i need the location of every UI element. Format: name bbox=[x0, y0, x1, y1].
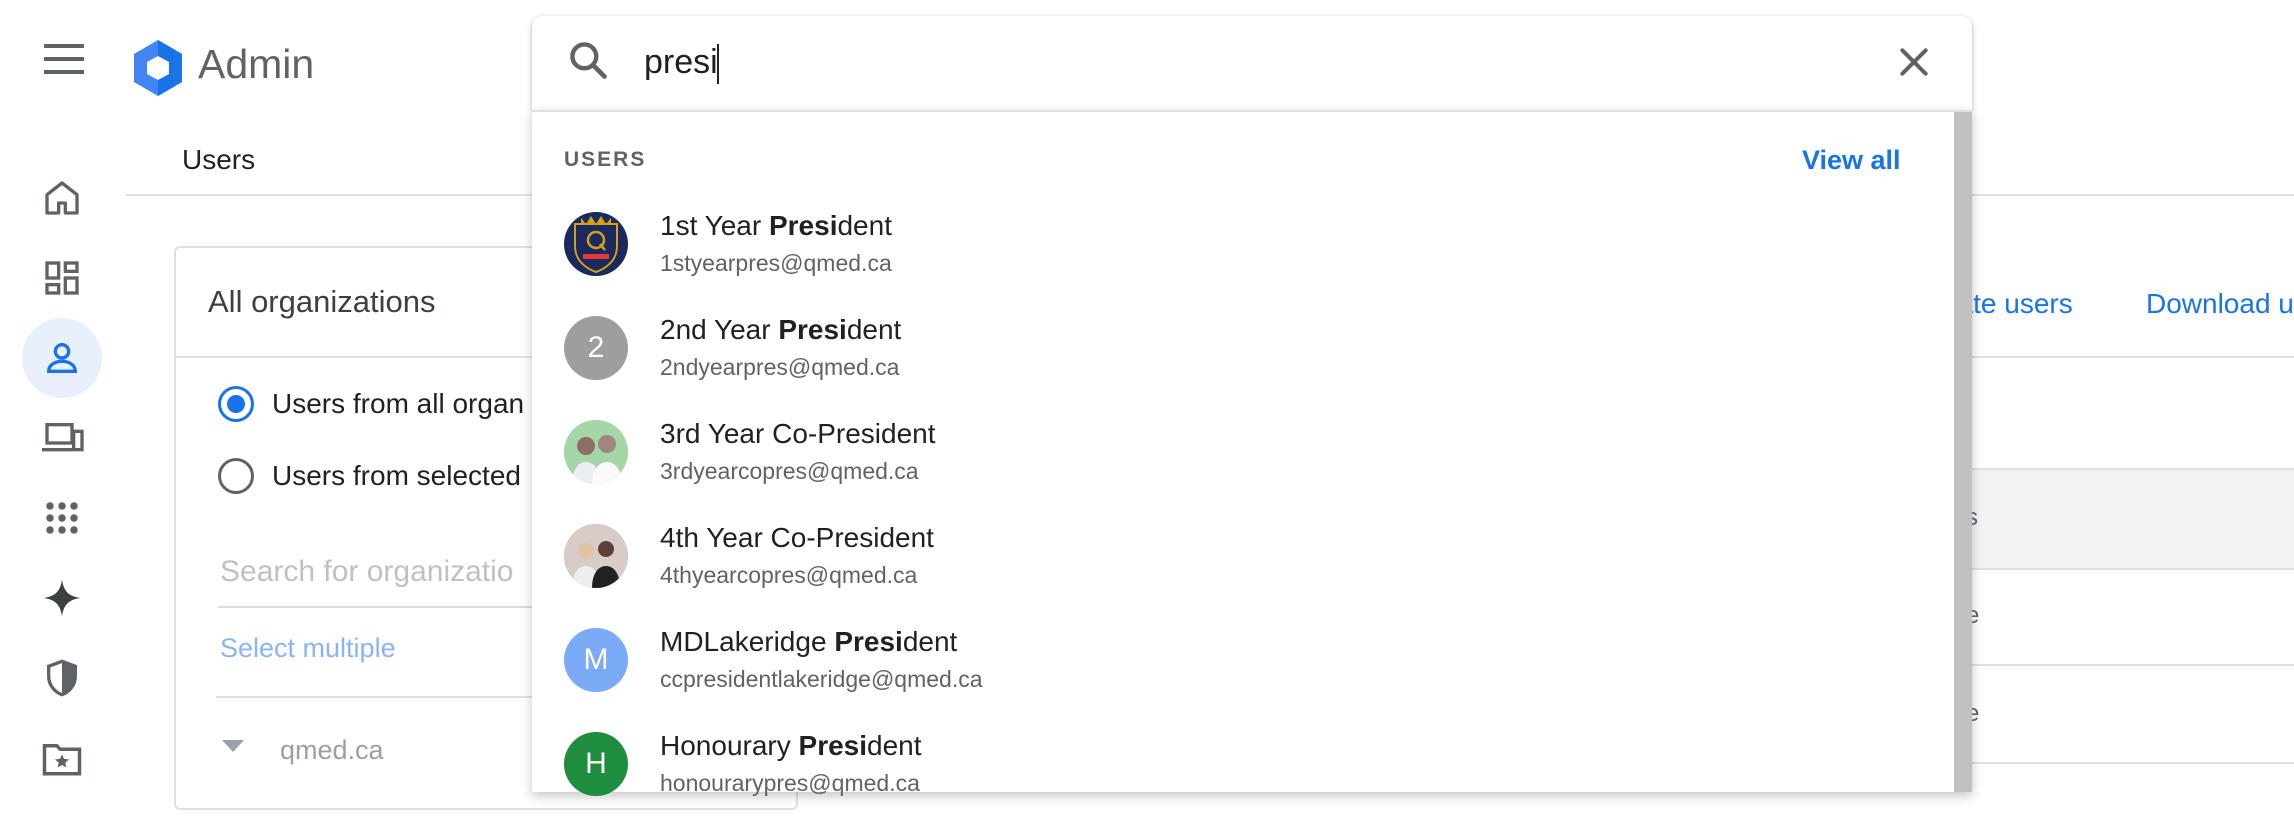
shield-icon[interactable] bbox=[36, 652, 88, 704]
result-email: 1styearpres@qmed.ca bbox=[660, 250, 892, 276]
result-name: 2nd Year President bbox=[660, 314, 902, 345]
avatar-letter: H bbox=[564, 732, 628, 796]
result-name: 1st Year President bbox=[660, 210, 892, 241]
caret-down-icon[interactable] bbox=[222, 740, 244, 754]
text-caret bbox=[717, 44, 719, 84]
app-title[interactable]: Admin bbox=[198, 38, 314, 90]
search-icon[interactable] bbox=[566, 38, 610, 82]
dashboard-icon[interactable] bbox=[36, 252, 88, 304]
search-result-item[interactable]: 1st Year President 1styearpres@qmed.ca bbox=[564, 208, 1924, 298]
result-name: Honourary President bbox=[660, 730, 922, 761]
search-result-item[interactable]: 4th Year Co-President 4thyearcopres@qmed… bbox=[564, 520, 1924, 610]
apps-icon[interactable] bbox=[36, 492, 88, 544]
avatar-photo bbox=[564, 420, 628, 484]
sparkle-icon[interactable] bbox=[36, 572, 88, 624]
main-menu-icon[interactable] bbox=[44, 44, 96, 86]
search-result-item[interactable]: 3rd Year Co-President 3rdyearcopres@qmed… bbox=[564, 416, 1924, 506]
table-row-divider bbox=[1960, 664, 2294, 666]
avatar-photo bbox=[564, 524, 628, 588]
search-input[interactable] bbox=[644, 36, 1844, 88]
admin-logo-icon[interactable] bbox=[128, 38, 188, 98]
result-name: 4th Year Co-President bbox=[660, 522, 934, 553]
result-email: ccpresidentlakeridge@qmed.ca bbox=[660, 666, 983, 692]
dropdown-scrollbar[interactable] bbox=[1954, 112, 1972, 792]
avatar-letter: 2 bbox=[564, 316, 628, 380]
devices-icon[interactable] bbox=[36, 412, 88, 464]
search-result-item[interactable]: 2 2nd Year President 2ndyearpres@qmed.ca bbox=[564, 312, 1924, 402]
search-result-item[interactable]: M MDLakeridge President ccpresidentlaker… bbox=[564, 624, 1924, 714]
result-email: 4thyearcopres@qmed.ca bbox=[660, 562, 918, 588]
right-panel-divider bbox=[1960, 356, 2294, 358]
users-tab[interactable]: Users bbox=[182, 142, 255, 178]
result-email: 3rdyearcopres@qmed.ca bbox=[660, 458, 919, 484]
view-all-link[interactable]: View all bbox=[1802, 142, 1901, 178]
org-search-input[interactable]: Search for organizatio bbox=[220, 552, 514, 592]
download-users-link[interactable]: Download u bbox=[2146, 286, 2294, 322]
result-name: 3rd Year Co-President bbox=[660, 418, 936, 449]
org-panel-title: All organizations bbox=[208, 284, 436, 319]
home-icon[interactable] bbox=[36, 172, 88, 224]
org-tree-root[interactable]: qmed.ca bbox=[280, 732, 384, 768]
folder-star-icon[interactable] bbox=[36, 732, 88, 784]
table-header bbox=[1960, 468, 2294, 570]
radio-all-orgs-label[interactable]: Users from all organ bbox=[272, 386, 524, 422]
select-multiple-link[interactable]: Select multiple bbox=[220, 630, 396, 666]
radio-selected-orgs-label[interactable]: Users from selected bbox=[272, 458, 521, 494]
person-icon[interactable] bbox=[36, 332, 88, 384]
avatar-crest-icon bbox=[564, 212, 628, 276]
radio-all-orgs[interactable] bbox=[218, 386, 254, 422]
result-email: 2ndyearpres@qmed.ca bbox=[660, 354, 900, 380]
table-row-divider bbox=[1960, 762, 2294, 764]
avatar-letter: M bbox=[564, 628, 628, 692]
result-name: MDLakeridge President bbox=[660, 626, 958, 657]
result-email: honourarypres@qmed.ca bbox=[660, 770, 920, 796]
radio-selected-orgs[interactable] bbox=[218, 458, 254, 494]
search-result-item[interactable]: H Honourary President honourarypres@qmed… bbox=[564, 728, 1924, 818]
results-section-label: USERS bbox=[564, 148, 647, 171]
close-icon[interactable] bbox=[1894, 42, 1934, 82]
